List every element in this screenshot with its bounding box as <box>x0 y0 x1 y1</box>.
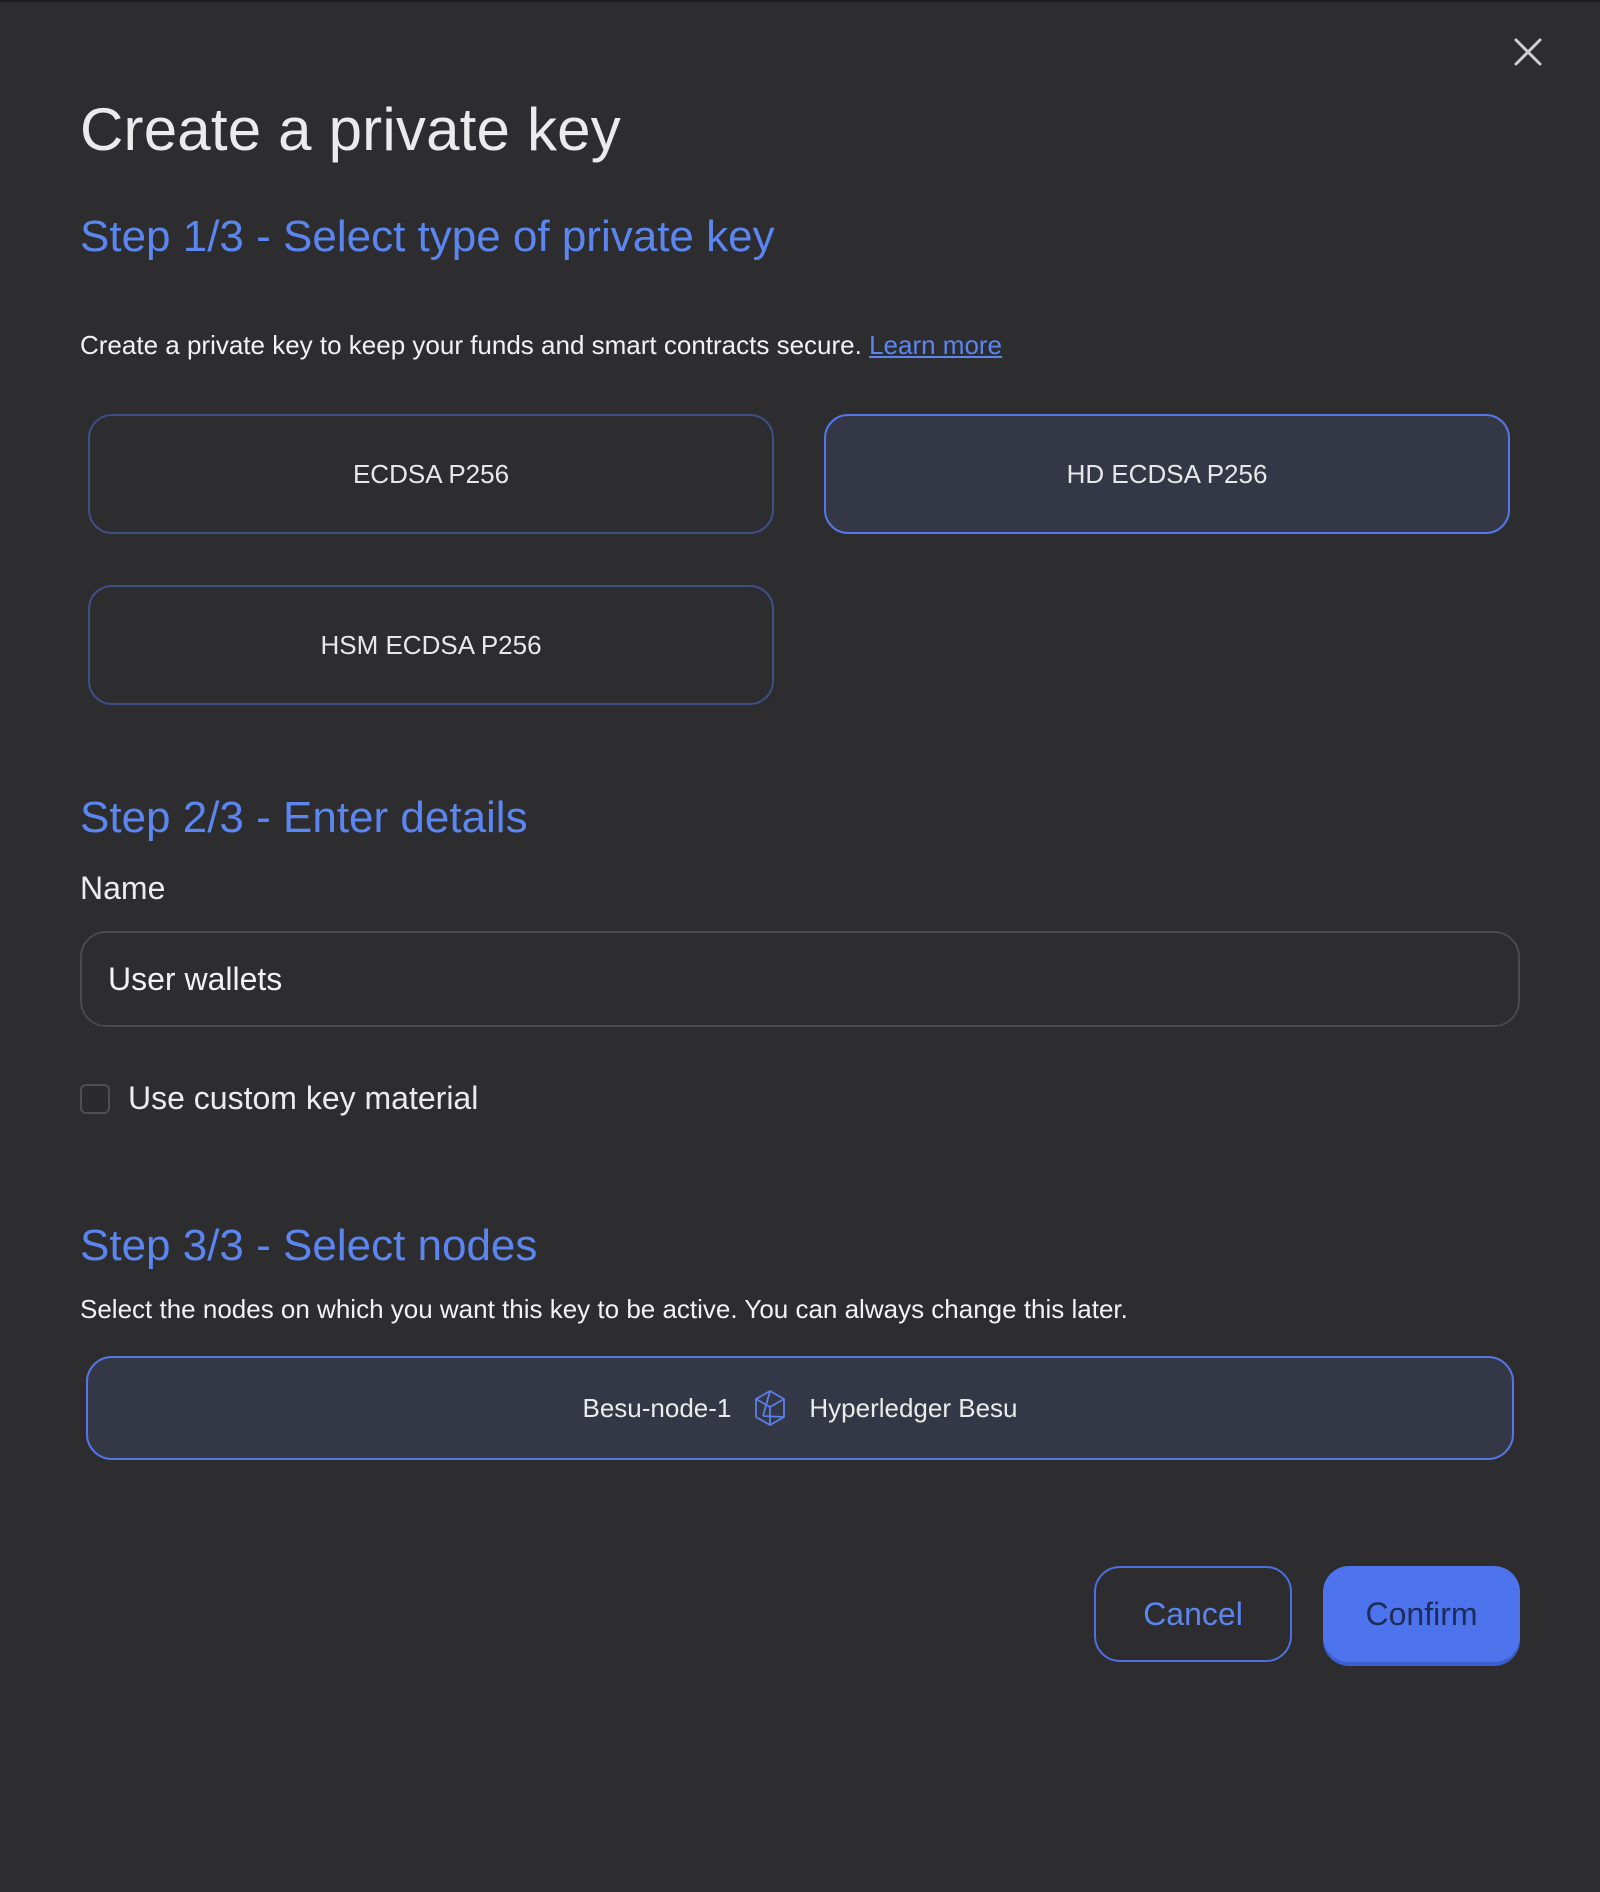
key-type-option-hd-ecdsa-p256[interactable]: HD ECDSA P256 <box>824 414 1510 534</box>
node-option-besu-node-1[interactable]: Besu-node-1 Hyperledger Besu <box>86 1356 1514 1460</box>
step1-heading: Step 1/3 - Select type of private key <box>80 212 775 261</box>
name-field-label: Name <box>80 870 166 906</box>
learn-more-link[interactable]: Learn more <box>869 330 1002 360</box>
close-button[interactable] <box>1510 34 1546 70</box>
custom-key-material-checkbox[interactable] <box>80 1083 110 1114</box>
step1-description-text: Create a private key to keep your funds … <box>80 330 862 360</box>
cancel-button[interactable]: Cancel <box>1094 1566 1292 1662</box>
close-icon <box>1514 38 1542 66</box>
node-type: Hyperledger Besu <box>809 1392 1018 1423</box>
hyperledger-besu-icon <box>753 1388 787 1428</box>
key-type-option-hsm-ecdsa-p256[interactable]: HSM ECDSA P256 <box>88 585 774 705</box>
step2-heading: Step 2/3 - Enter details <box>80 793 528 842</box>
key-type-option-label: HSM ECDSA P256 <box>320 629 542 660</box>
dialog-title: Create a private key <box>80 96 621 163</box>
step3-heading: Step 3/3 - Select nodes <box>80 1221 538 1270</box>
key-type-option-ecdsa-p256[interactable]: ECDSA P256 <box>88 414 774 534</box>
step1-description: Create a private key to keep your funds … <box>80 328 1002 362</box>
step3-description: Select the nodes on which you want this … <box>80 1294 1128 1324</box>
custom-key-material-label: Use custom key material <box>128 1080 479 1116</box>
key-type-option-label: ECDSA P256 <box>352 458 510 489</box>
node-name: Besu-node-1 <box>582 1392 732 1423</box>
custom-key-material-row[interactable]: Use custom key material <box>80 1080 478 1117</box>
confirm-button[interactable]: Confirm <box>1323 1566 1520 1662</box>
create-private-key-dialog: Create a private key Step 1/3 - Select t… <box>0 0 1600 1892</box>
key-type-option-label: HD ECDSA P256 <box>1066 458 1268 489</box>
name-input[interactable] <box>80 931 1520 1027</box>
